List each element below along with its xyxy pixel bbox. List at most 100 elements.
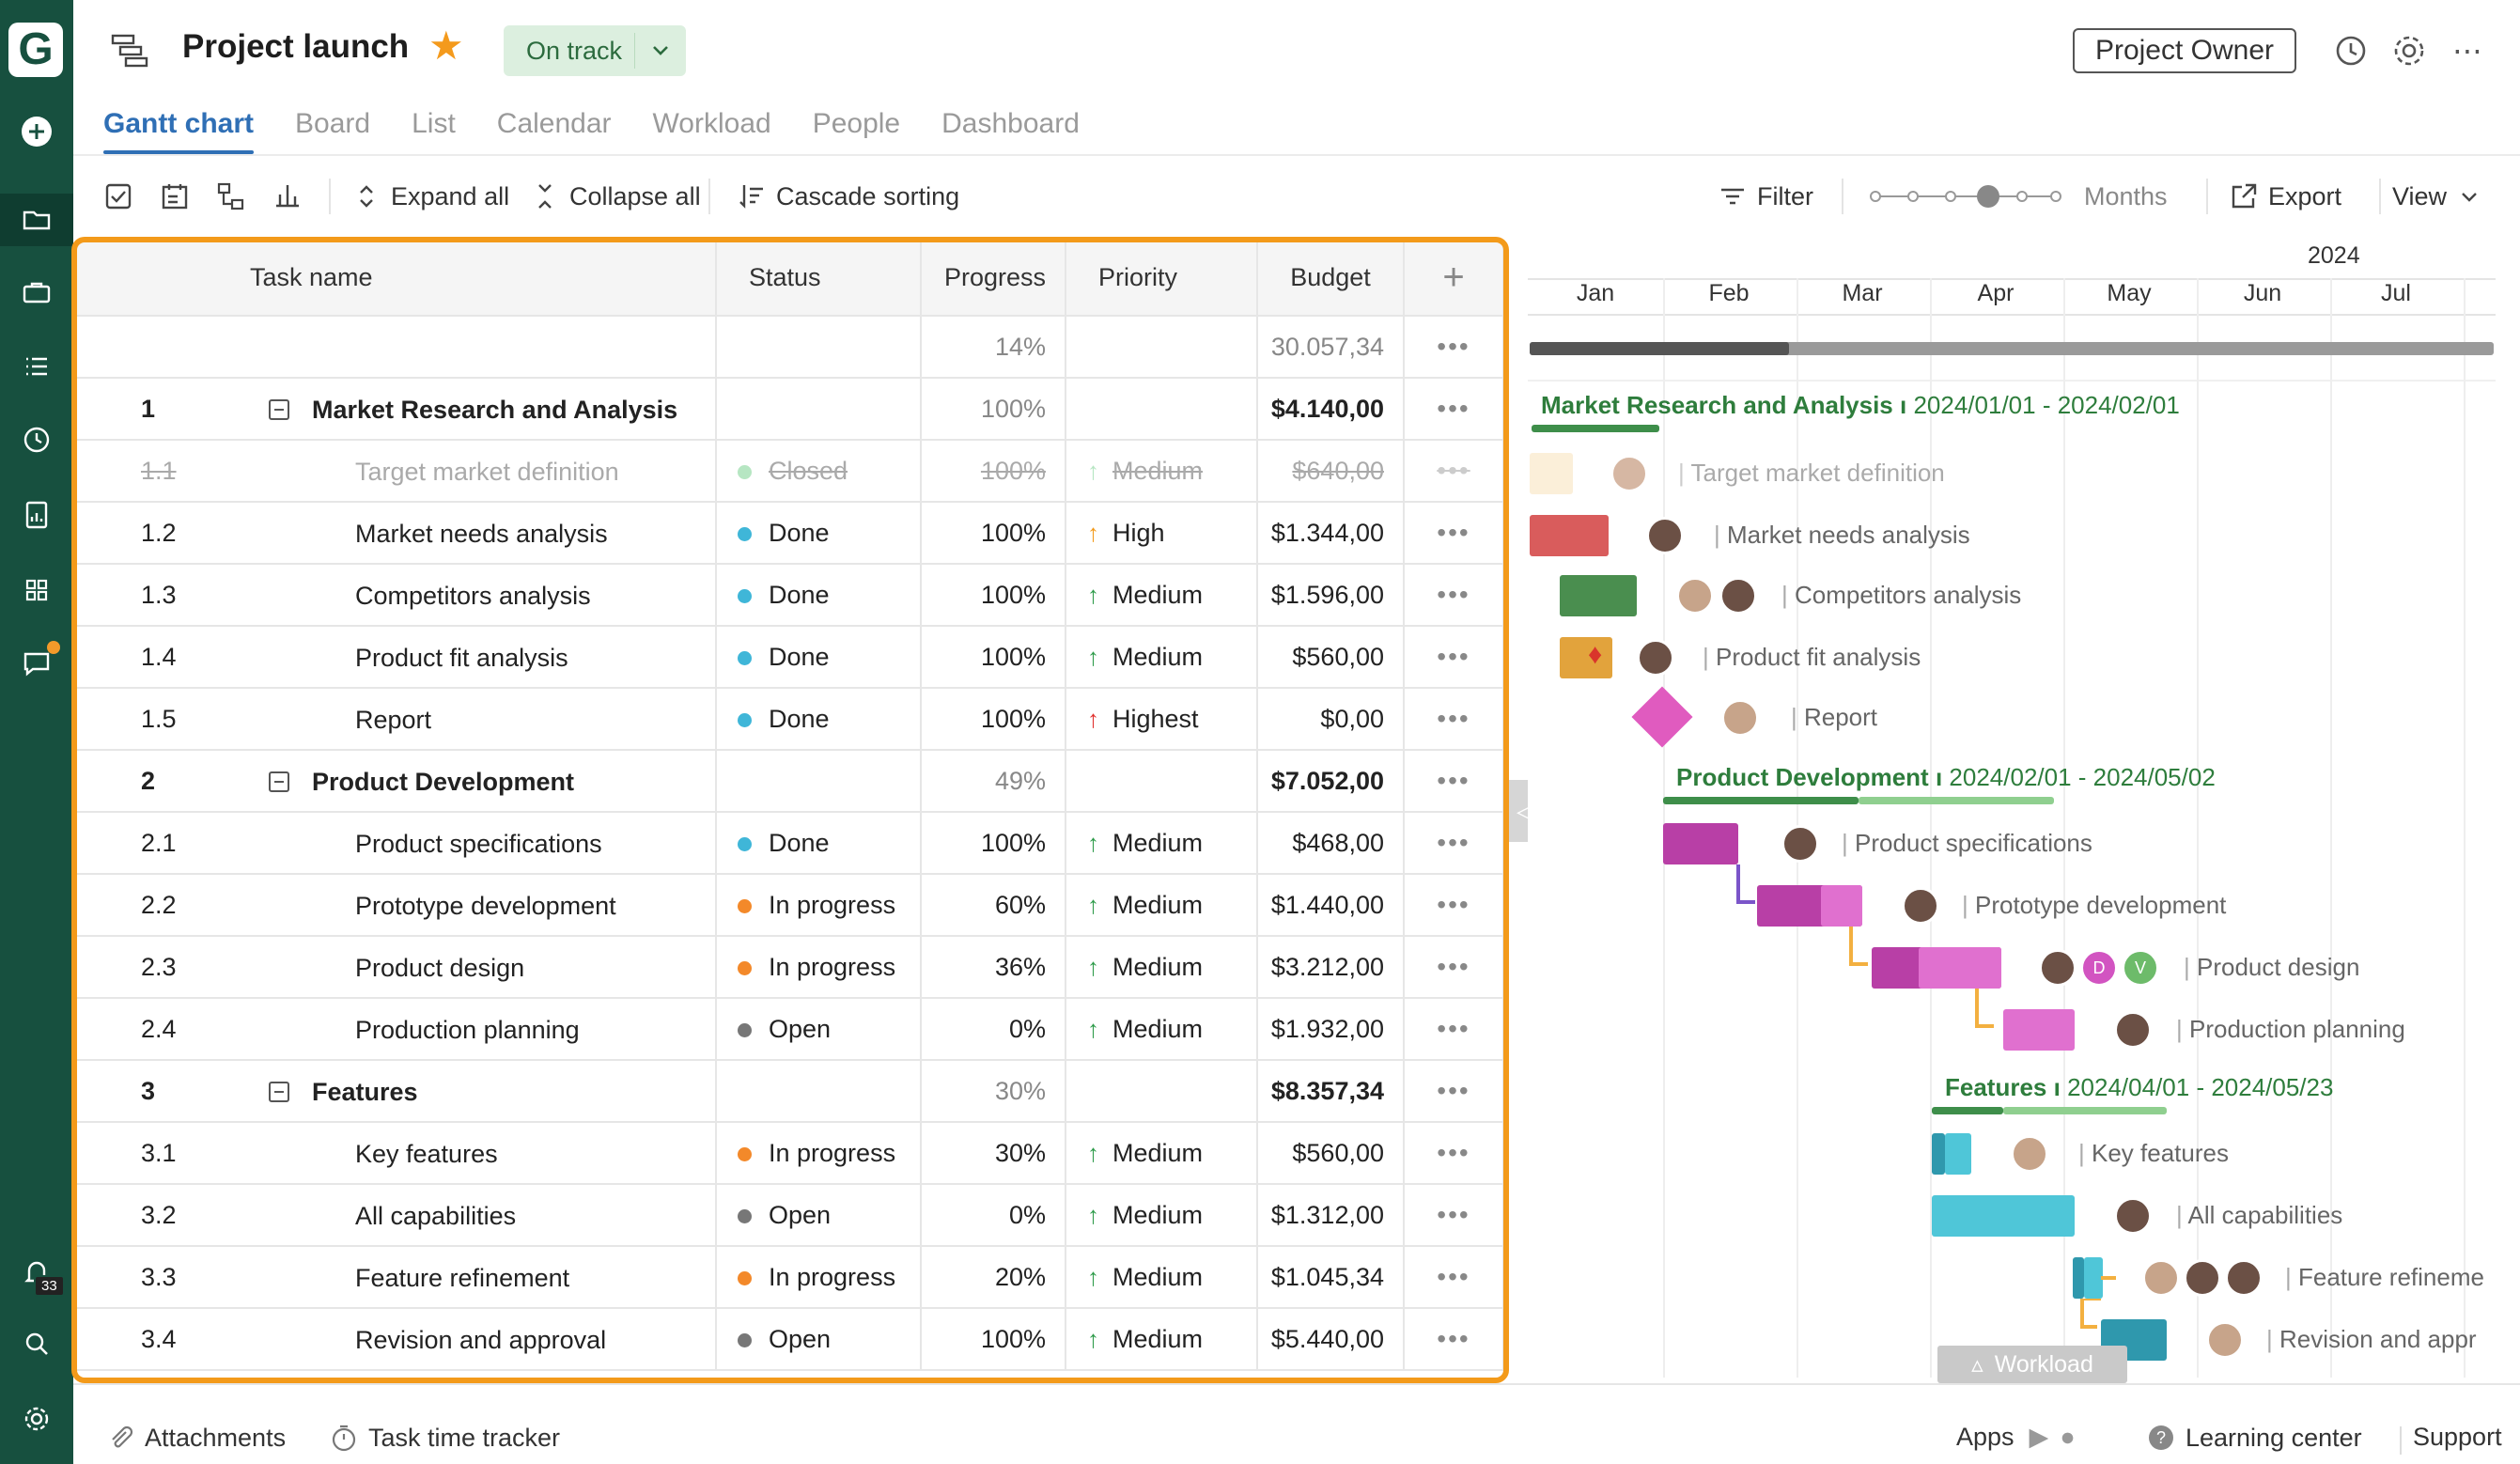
progress-cell[interactable]: 0% [921, 998, 1066, 1061]
status-cell[interactable]: Done [716, 688, 922, 751]
budget-cell[interactable]: $0,00 [1257, 688, 1405, 751]
chat-icon[interactable] [0, 637, 73, 690]
priority-cell[interactable]: ↑ Medium [1066, 626, 1258, 689]
tab-dashboard[interactable]: Dashboard [941, 105, 1080, 154]
column-header-priority[interactable]: Priority [1066, 241, 1258, 317]
row-menu-icon[interactable]: ••• [1404, 936, 1503, 999]
task-name[interactable]: Market needs analysis [355, 520, 608, 549]
group-row[interactable]: 2 Product Development 49% $7.052,00 ••• [75, 750, 1503, 813]
priority-cell[interactable]: ↑ Medium [1066, 1122, 1258, 1185]
task-row[interactable]: 1.4 Product fit analysis Done 100% ↑ Medium $5… [75, 626, 1503, 689]
progress-cell[interactable]: 30% [921, 1060, 1066, 1123]
group-summary-bar[interactable] [1663, 797, 1859, 804]
tab-gantt-chart[interactable]: Gantt chart [103, 105, 255, 154]
budget-cell[interactable]: $1.440,00 [1257, 874, 1405, 937]
collapse-all-button[interactable]: Collapse all [530, 177, 701, 216]
task-bar[interactable] [1560, 637, 1612, 678]
gear-icon[interactable] [2388, 30, 2430, 71]
budget-cell[interactable]: $560,00 [1257, 1122, 1405, 1185]
priority-cell[interactable]: ↑ Medium [1066, 998, 1258, 1061]
priority-cell[interactable]: ↑ High [1066, 502, 1258, 565]
column-header-progress[interactable]: Progress [921, 241, 1066, 317]
task-bar[interactable] [1932, 1195, 2075, 1237]
task-bar[interactable] [2073, 1257, 2084, 1299]
row-menu-icon[interactable]: ••• [1404, 378, 1503, 441]
task-row[interactable]: 3.3 Feature refinement In progress 20% ↑ Medi… [75, 1246, 1503, 1309]
priority-cell[interactable]: ↑ Highest [1066, 688, 1258, 751]
row-menu-icon[interactable]: ••• [1404, 1060, 1503, 1123]
row-menu-icon[interactable]: ••• [1404, 316, 1503, 379]
list-icon[interactable] [0, 340, 73, 393]
budget-cell[interactable]: $7.052,00 [1257, 750, 1405, 813]
status-cell[interactable]: Done [716, 502, 922, 565]
history-icon[interactable] [2330, 30, 2372, 71]
task-bar[interactable] [1560, 575, 1637, 616]
task-row[interactable]: 2.3 Product design In progress 36% ↑ Medium $3… [75, 936, 1503, 999]
budget-cell[interactable]: $4.140,00 [1257, 378, 1405, 441]
task-name[interactable]: All capabilities [355, 1202, 516, 1231]
row-menu-icon[interactable]: ••• [1404, 440, 1503, 503]
task-row[interactable]: 2.4 Production planning Open 0% ↑ Medium $1.93… [75, 998, 1503, 1061]
row-menu-icon[interactable]: ••• [1404, 1246, 1503, 1309]
priority-cell[interactable]: ↑ Medium [1066, 1246, 1258, 1309]
budget-cell[interactable]: $3.212,00 [1257, 936, 1405, 999]
task-row[interactable]: 2.2 Prototype development In progress 60% ↑ M… [75, 874, 1503, 937]
progress-cell[interactable]: 60% [921, 874, 1066, 937]
priority-cell[interactable]: ↑ Medium [1066, 812, 1258, 875]
briefcase-icon[interactable] [0, 267, 73, 319]
project-status-dropdown[interactable]: On track [504, 25, 686, 76]
task-name[interactable]: Report [355, 706, 431, 735]
row-menu-icon[interactable]: ••• [1404, 1184, 1503, 1247]
priority-cell[interactable] [1066, 378, 1258, 441]
task-name[interactable]: Product design [355, 954, 524, 983]
status-cell[interactable]: In progress [716, 1122, 922, 1185]
priority-cell[interactable]: ↑ Medium [1066, 564, 1258, 627]
tab-list[interactable]: List [412, 105, 456, 154]
row-menu-icon[interactable]: ••• [1404, 874, 1503, 937]
task-bar[interactable] [1932, 1133, 1945, 1175]
progress-cell[interactable]: 100% [921, 688, 1066, 751]
export-button[interactable]: Export [2229, 177, 2341, 216]
progress-cell[interactable]: 30% [921, 1122, 1066, 1185]
learning-center-link[interactable]: ? Learning center [2146, 1423, 2362, 1453]
task-name[interactable]: Prototype development [355, 892, 616, 921]
tab-board[interactable]: Board [295, 105, 370, 154]
status-cell[interactable]: In progress [716, 874, 922, 937]
column-header-task-name[interactable]: Task name [75, 241, 717, 317]
task-row[interactable]: 3.1 Key features In progress 30% ↑ Medium $560… [75, 1122, 1503, 1185]
settings-icon[interactable] [0, 1393, 73, 1445]
task-bar[interactable] [2003, 1009, 2075, 1051]
task-name[interactable]: Revision and approval [355, 1326, 606, 1355]
task-name[interactable]: Product fit analysis [355, 644, 568, 673]
progress-cell[interactable]: 100% [921, 440, 1066, 503]
search-icon[interactable] [0, 1317, 73, 1370]
cascade-sorting-button[interactable]: Cascade sorting [737, 177, 959, 216]
status-cell[interactable]: Open [716, 1308, 922, 1371]
status-cell[interactable]: Open [716, 1184, 922, 1247]
task-name[interactable]: Features [312, 1078, 418, 1107]
budget-cell[interactable]: $1.045,34 [1257, 1246, 1405, 1309]
task-name[interactable]: Product Development [312, 768, 574, 797]
task-bar[interactable] [1530, 453, 1573, 494]
task-row[interactable]: 3.2 All capabilities Open 0% ↑ Medium $1.312,0… [75, 1184, 1503, 1247]
task-name[interactable]: Feature refinement [355, 1264, 569, 1293]
more-options-icon[interactable]: ⋯ [2447, 30, 2488, 71]
status-cell[interactable]: Closed [716, 440, 922, 503]
task-name[interactable]: Market Research and Analysis [312, 396, 677, 425]
task-bar[interactable] [1663, 823, 1738, 864]
task-row[interactable]: 3.4 Revision and approval Open 100% ↑ Medium $… [75, 1308, 1503, 1371]
task-row[interactable]: 1.5 Report Done 100% ↑ Highest $0,00 ••• [75, 688, 1503, 751]
status-cell[interactable] [716, 378, 922, 441]
task-row[interactable]: 1.1 Target market definition Closed 100% ↑ Me… [75, 440, 1503, 503]
support-link[interactable]: Support [2413, 1423, 2502, 1452]
status-cell[interactable] [716, 1060, 922, 1123]
add-icon[interactable] [0, 105, 73, 158]
add-task-icon[interactable] [160, 177, 199, 216]
hierarchy-icon[interactable] [216, 177, 256, 216]
budget-cell[interactable]: $560,00 [1257, 626, 1405, 689]
add-column-button[interactable]: + [1404, 241, 1503, 317]
progress-cell[interactable]: 100% [921, 812, 1066, 875]
row-menu-icon[interactable]: ••• [1404, 812, 1503, 875]
budget-cell[interactable]: $468,00 [1257, 812, 1405, 875]
column-header-budget[interactable]: Budget [1257, 241, 1405, 317]
